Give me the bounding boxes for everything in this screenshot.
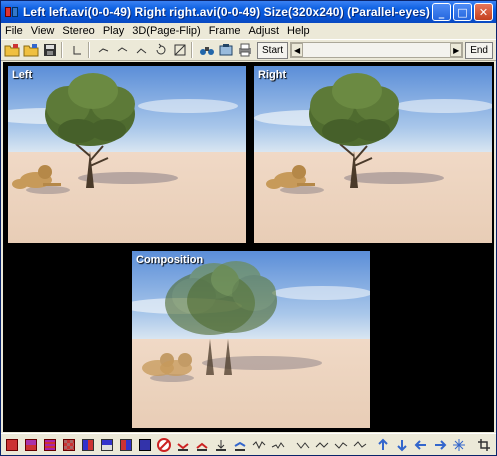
open-folder-icon[interactable] <box>3 42 20 59</box>
menu-adjust[interactable]: Adjust <box>244 25 283 37</box>
over-under-icon[interactable] <box>23 437 39 453</box>
left-scene-image <box>8 66 246 243</box>
wave-icon[interactable] <box>251 437 267 453</box>
crop-icon[interactable] <box>476 437 492 453</box>
start-button[interactable]: Start <box>257 41 289 59</box>
toolbar-separator <box>61 42 63 58</box>
shift-down-icon[interactable] <box>213 437 229 453</box>
slider-left-arrow-icon[interactable]: ◀ <box>291 43 304 57</box>
left-view[interactable]: Left <box>8 66 246 243</box>
menu-help[interactable]: Help <box>283 25 314 37</box>
title-bar[interactable]: Left left.avi(0-0-49) Right right.avi(0-… <box>1 1 496 23</box>
align-down-red-icon[interactable] <box>175 437 191 453</box>
toolbar-separator <box>191 42 193 58</box>
arrow-left-icon[interactable] <box>413 437 429 453</box>
interlace-icon[interactable] <box>42 437 58 453</box>
capture-icon[interactable] <box>217 42 234 59</box>
color-mode-icon[interactable] <box>99 437 115 453</box>
anaglyph-dropdown-icon[interactable] <box>80 437 96 453</box>
maximize-button[interactable]: □ <box>453 3 472 21</box>
close-button[interactable]: ✕ <box>474 3 493 21</box>
print-icon[interactable] <box>236 42 253 59</box>
minimize-button[interactable]: _ <box>432 3 451 21</box>
rotate-icon[interactable] <box>152 42 169 59</box>
arrow-up-icon[interactable] <box>375 437 391 453</box>
save-disk-icon[interactable] <box>41 42 58 59</box>
swap-view-icon[interactable] <box>118 437 134 453</box>
menu-stereo[interactable]: Stereo <box>58 25 98 37</box>
composition-view[interactable]: Composition <box>132 251 370 428</box>
menu-frame[interactable]: Frame <box>205 25 245 37</box>
shift-blue-icon[interactable] <box>232 437 248 453</box>
zigzag-2-icon[interactable] <box>314 437 330 453</box>
menu-view[interactable]: View <box>27 25 59 37</box>
window-title: Left left.avi(0-0-49) Right right.avi(0-… <box>23 5 430 19</box>
composition-view-label: Composition <box>136 254 204 266</box>
left-view-label: Left <box>12 69 33 81</box>
bottom-toolbar <box>1 433 496 455</box>
main-toolbar: Start ◀ ▶ End <box>1 39 496 61</box>
checkerboard-icon[interactable] <box>61 437 77 453</box>
slider-right-arrow-icon[interactable]: ▶ <box>450 43 463 57</box>
stereo-app-icon[interactable] <box>5 5 19 19</box>
menu-3d-page-flip[interactable]: 3D(Page-Flip) <box>128 25 204 37</box>
composition-scene-image <box>132 251 370 428</box>
no-entry-icon[interactable] <box>156 437 172 453</box>
align-mid-icon[interactable] <box>114 42 131 59</box>
arrow-right-icon[interactable] <box>432 437 448 453</box>
arrow-down-icon[interactable] <box>394 437 410 453</box>
menu-file[interactable]: File <box>1 25 27 37</box>
align-right-icon[interactable] <box>133 42 150 59</box>
right-scene-image <box>254 66 492 243</box>
crop-corner-icon[interactable] <box>68 42 85 59</box>
right-view[interactable]: Right <box>254 66 492 243</box>
zigzag-1-icon[interactable] <box>295 437 311 453</box>
flip-icon[interactable] <box>171 42 188 59</box>
viewer-area: Left Right Composition <box>3 62 494 432</box>
snowflake-icon[interactable] <box>451 437 467 453</box>
toolbar-separator <box>88 42 90 58</box>
right-view-label: Right <box>258 69 287 81</box>
zigzag-3-icon[interactable] <box>333 437 349 453</box>
align-up-red-icon[interactable] <box>194 437 210 453</box>
zigzag-4-icon[interactable] <box>352 437 368 453</box>
frame-slider[interactable]: ◀ ▶ <box>290 42 464 58</box>
menu-bar: File View Stereo Play 3D(Page-Flip) Fram… <box>1 23 496 39</box>
mono-view-icon[interactable] <box>137 437 153 453</box>
menu-play[interactable]: Play <box>99 25 128 37</box>
peak-icon[interactable] <box>270 437 286 453</box>
end-button[interactable]: End <box>465 41 493 59</box>
app-window: Left left.avi(0-0-49) Right right.avi(0-… <box>0 0 497 456</box>
side-by-side-icon[interactable] <box>4 437 20 453</box>
open-folder-alt-icon[interactable] <box>22 42 39 59</box>
align-left-icon[interactable] <box>95 42 112 59</box>
binoculars-icon[interactable] <box>198 42 215 59</box>
